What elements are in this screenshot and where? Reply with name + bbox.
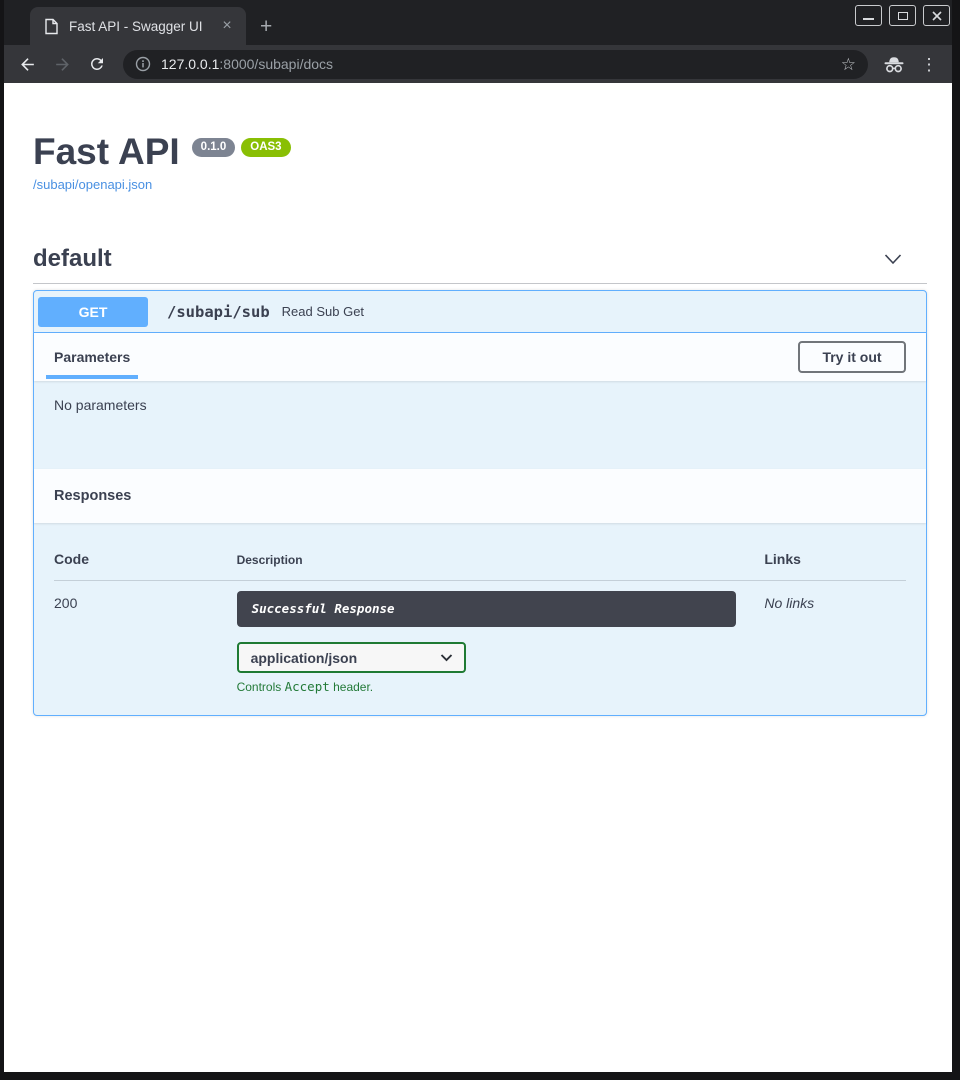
page-info-icon[interactable]	[135, 56, 151, 72]
operation-summary-text: Read Sub Get	[282, 304, 364, 319]
operation-summary[interactable]: GET /subapi/sub Read Sub Get	[34, 291, 926, 333]
code-column-header: Code	[54, 551, 237, 567]
oas3-badge: OAS3	[241, 138, 290, 157]
bookmark-star-icon[interactable]: ☆	[841, 56, 856, 73]
address-bar[interactable]: 127.0.0.1:8000/subapi/docs ☆	[123, 50, 868, 79]
forward-icon	[53, 55, 72, 74]
window-controls	[855, 5, 950, 26]
links-column-header: Links	[764, 551, 906, 567]
response-description: Successful Response	[237, 591, 737, 627]
maximize-button[interactable]	[889, 5, 916, 26]
hint-accept-code: Accept	[285, 679, 330, 694]
more-vert-icon: ⋮	[917, 56, 942, 73]
reload-icon	[88, 55, 106, 73]
new-tab-button[interactable]: +	[260, 17, 272, 37]
select-chevron-icon	[440, 654, 453, 662]
responses-table-header: Code Description Links	[54, 551, 906, 581]
menu-button[interactable]: ⋮	[916, 51, 942, 77]
no-links-text: No links	[764, 591, 814, 611]
http-method-badge: GET	[38, 297, 148, 327]
responses-header: Responses	[34, 469, 926, 523]
response-row-200: 200 Successful Response application/json…	[54, 581, 906, 694]
tab-close-icon[interactable]: ×	[218, 17, 236, 35]
tag-divider	[33, 283, 927, 284]
browser-tab[interactable]: Fast API - Swagger UI ×	[30, 7, 246, 45]
tag-header[interactable]: default	[33, 245, 927, 273]
response-links-cell: No links	[764, 591, 906, 694]
response-code: 200	[54, 591, 237, 694]
reload-button[interactable]	[84, 51, 110, 77]
url-path: :8000/subapi/docs	[219, 56, 333, 72]
back-icon	[18, 55, 37, 74]
tag-section-default: default GET /subapi/sub Read Sub Get Par	[33, 245, 927, 716]
hint-suffix: header.	[330, 680, 373, 694]
tab-title: Fast API - Swagger UI	[69, 19, 218, 34]
hint-prefix: Controls	[237, 680, 285, 694]
close-button[interactable]	[923, 5, 950, 26]
media-type-select[interactable]: application/json	[237, 642, 466, 673]
operation-path: /subapi/sub	[167, 303, 270, 321]
responses-title: Responses	[46, 488, 131, 504]
tag-name: default	[33, 245, 112, 273]
swagger-ui: Fast API 0.1.0 OAS3 /subapi/openapi.json…	[4, 83, 952, 716]
parameters-body: No parameters	[34, 381, 926, 469]
tab-parameters: Parameters	[46, 333, 138, 381]
chevron-down-icon[interactable]	[884, 254, 902, 265]
back-button[interactable]	[14, 51, 40, 77]
url-host: 127.0.0.1	[161, 56, 219, 72]
incognito-icon	[882, 56, 906, 73]
tab-strip: Fast API - Swagger UI × +	[4, 0, 952, 45]
openapi-spec-link[interactable]: /subapi/openapi.json	[33, 177, 152, 192]
version-badge: 0.1.0	[192, 138, 236, 157]
parameters-label: Parameters	[54, 349, 130, 365]
page-content: Fast API 0.1.0 OAS3 /subapi/openapi.json…	[4, 83, 952, 1072]
close-icon	[932, 11, 942, 21]
parameters-header: Parameters Try it out	[34, 333, 926, 381]
responses-body: Code Description Links 200 Successful Re…	[34, 523, 926, 715]
incognito-badge	[881, 51, 907, 77]
no-parameters-text: No parameters	[54, 397, 147, 413]
accept-header-hint: Controls Accept header.	[237, 679, 765, 694]
api-info: Fast API 0.1.0 OAS3 /subapi/openapi.json	[33, 132, 927, 194]
forward-button[interactable]	[49, 51, 75, 77]
url-text: 127.0.0.1:8000/subapi/docs	[161, 56, 333, 72]
media-type-value: application/json	[251, 650, 358, 666]
page-title: Fast API	[33, 132, 180, 172]
description-column-header: Description	[237, 551, 765, 567]
minimize-button[interactable]	[855, 5, 882, 26]
try-it-out-button[interactable]: Try it out	[798, 341, 906, 373]
response-description-cell: Successful Response application/json Con…	[237, 591, 765, 694]
page-favicon-icon	[44, 18, 59, 35]
browser-window: Fast API - Swagger UI × +	[4, 0, 952, 1072]
opblock-get-subapi-sub: GET /subapi/sub Read Sub Get Parameters …	[33, 290, 927, 716]
browser-toolbar: 127.0.0.1:8000/subapi/docs ☆ ⋮	[4, 45, 952, 83]
